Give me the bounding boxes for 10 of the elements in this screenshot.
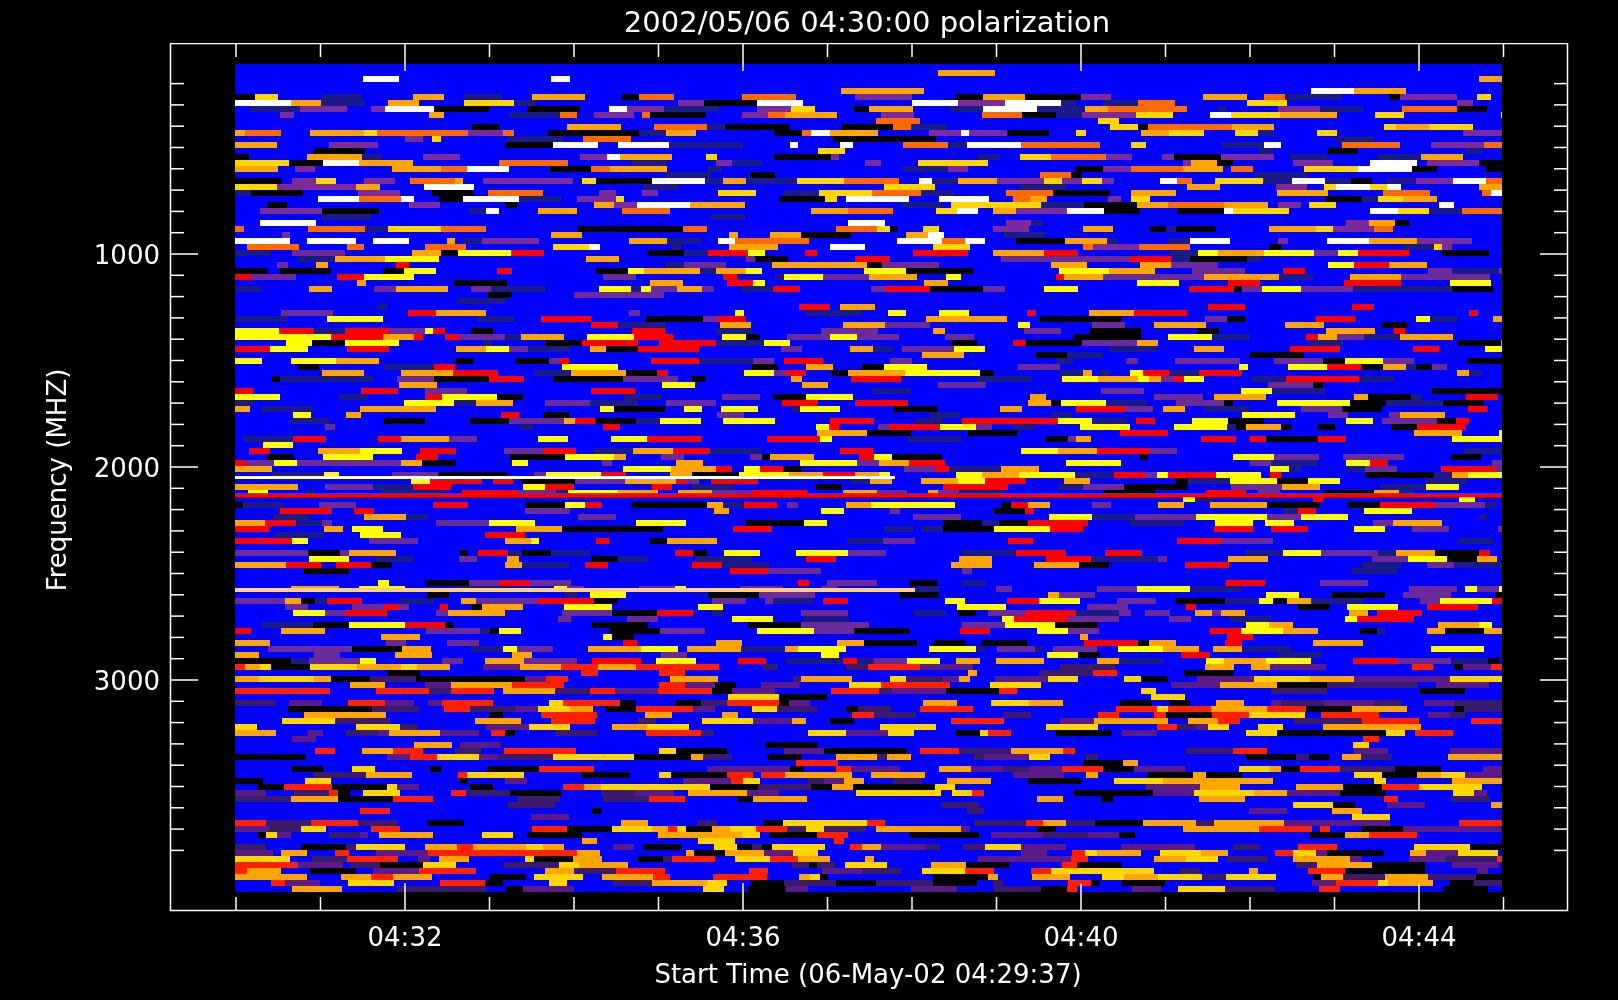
x-tick-label: 04:32: [367, 922, 443, 952]
plot-title: 2002/05/06 04:30:00 polarization: [622, 3, 1112, 41]
x-tick-label: 04:40: [1043, 922, 1119, 952]
x-tick-label: 04:44: [1381, 922, 1457, 952]
y-axis-title: Frequency (MHZ): [42, 368, 72, 592]
y-tick-label: 2000: [93, 453, 160, 483]
x-axis-title: Start Time (06-May-02 04:29:37): [654, 959, 1082, 989]
x-tick-label: 04:36: [705, 922, 781, 952]
y-tick-label: 3000: [93, 666, 160, 696]
y-tick-label: 1000: [93, 240, 160, 270]
